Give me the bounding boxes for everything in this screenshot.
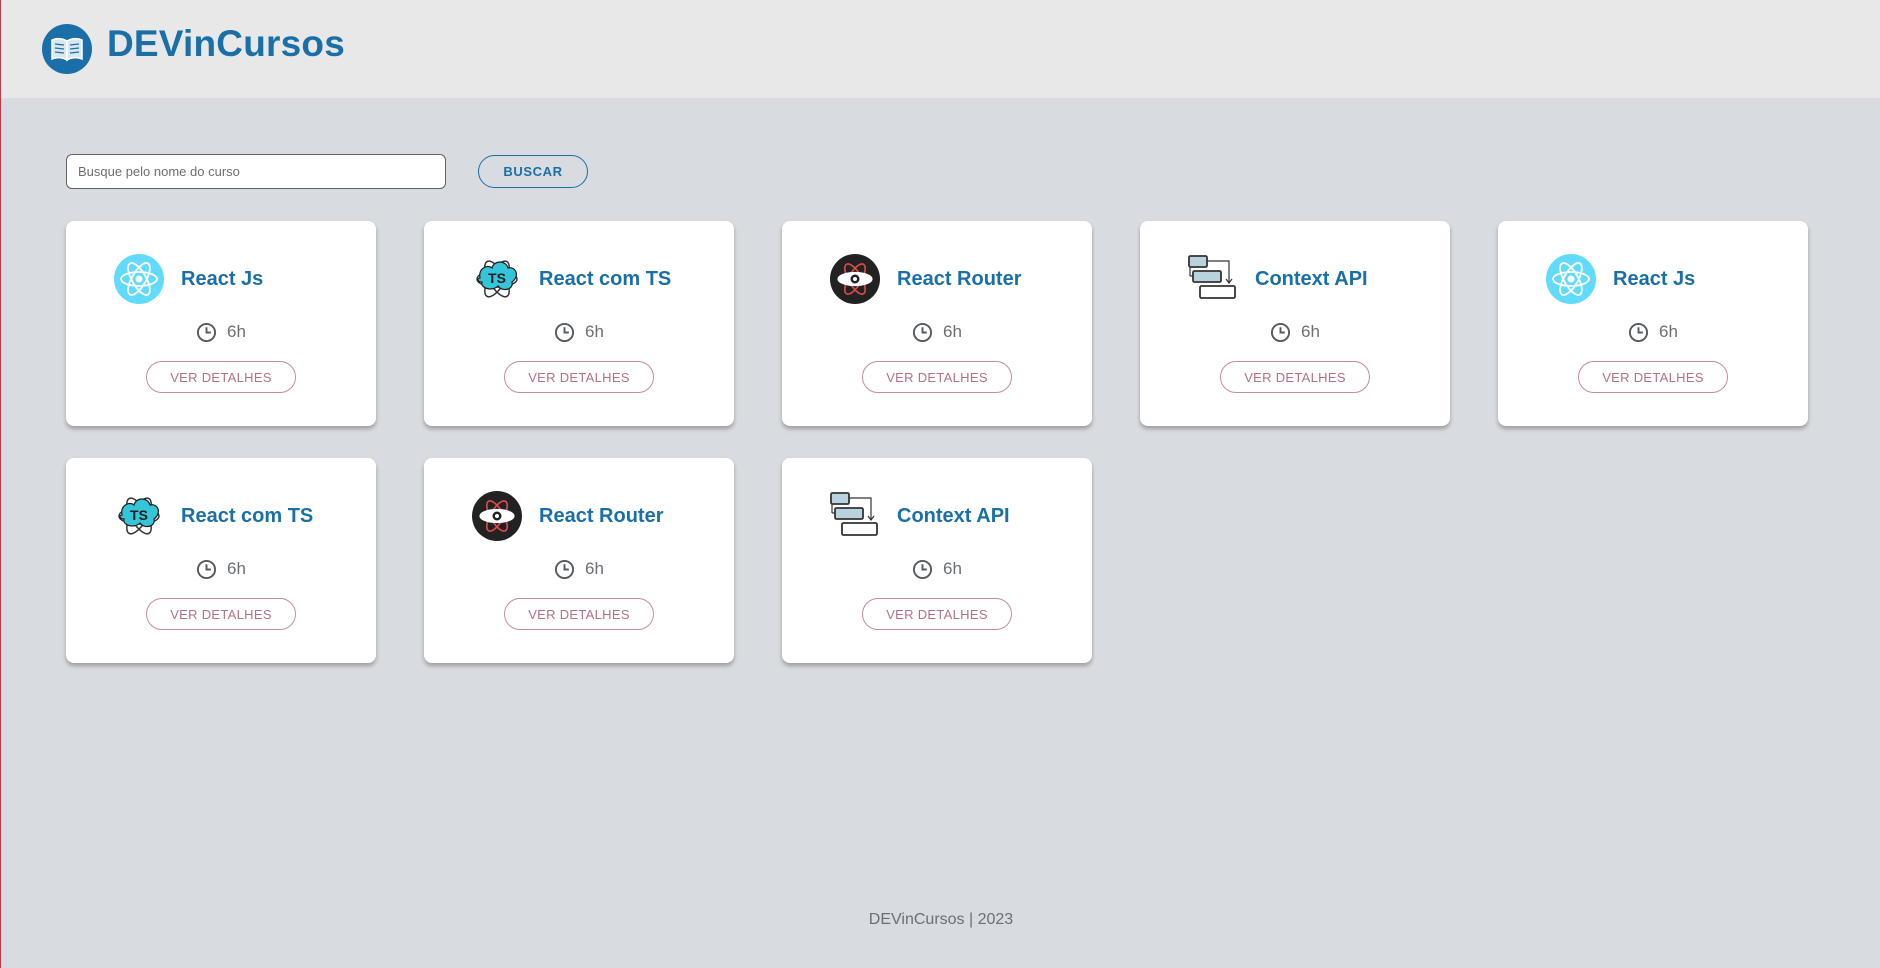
course-duration: 6h bbox=[424, 558, 734, 580]
course-card: React Router 6h VER DETALHES bbox=[782, 221, 1092, 426]
react-router-icon bbox=[830, 254, 880, 304]
course-duration: 6h bbox=[1498, 321, 1808, 343]
open-book-icon bbox=[42, 24, 92, 74]
clock-icon bbox=[196, 559, 217, 580]
course-duration: 6h bbox=[66, 558, 376, 580]
course-title: React com TS bbox=[539, 268, 672, 290]
details-button[interactable]: VER DETALHES bbox=[1578, 361, 1728, 393]
duration-text: 6h bbox=[1301, 322, 1320, 341]
react-router-icon bbox=[472, 491, 522, 541]
course-title: React com TS bbox=[181, 505, 314, 527]
react-icon bbox=[1546, 254, 1596, 304]
course-title: React Router bbox=[897, 268, 1022, 290]
react-icon bbox=[114, 254, 164, 304]
react-typescript-icon: TS bbox=[472, 254, 522, 304]
course-card: React Router 6h VER DETALHES bbox=[424, 458, 734, 663]
course-title: Context API bbox=[897, 505, 1010, 527]
course-title: React Js bbox=[181, 268, 264, 290]
course-duration: 6h bbox=[66, 321, 376, 343]
details-button[interactable]: VER DETALHES bbox=[146, 361, 296, 393]
details-button[interactable]: VER DETALHES bbox=[862, 361, 1012, 393]
course-title: React Js bbox=[1613, 268, 1696, 290]
duration-text: 6h bbox=[943, 322, 962, 341]
clock-icon bbox=[912, 322, 933, 343]
duration-text: 6h bbox=[1659, 322, 1678, 341]
clock-icon bbox=[1270, 322, 1291, 343]
react-typescript-icon: TS bbox=[114, 491, 164, 541]
details-button[interactable]: VER DETALHES bbox=[504, 598, 654, 630]
course-title: React Router bbox=[539, 505, 664, 527]
course-duration: 6h bbox=[782, 558, 1092, 580]
context-api-icon bbox=[830, 491, 880, 541]
app-header: DEVinCursos bbox=[1, 0, 1880, 98]
course-title: Context API bbox=[1255, 268, 1368, 290]
clock-icon bbox=[554, 559, 575, 580]
search-input[interactable] bbox=[66, 154, 446, 189]
duration-text: 6h bbox=[585, 322, 604, 341]
details-button[interactable]: VER DETALHES bbox=[504, 361, 654, 393]
svg-text:TS: TS bbox=[488, 270, 506, 286]
course-card: Context API 6h VER DETALHES bbox=[1140, 221, 1450, 426]
clock-icon bbox=[1628, 322, 1649, 343]
svg-text:TS: TS bbox=[130, 507, 148, 523]
course-duration: 6h bbox=[424, 321, 734, 343]
duration-text: 6h bbox=[227, 559, 246, 578]
course-card: TS React com TS 6h VER DETALHES bbox=[424, 221, 734, 426]
course-card: React Js 6h VER DETALHES bbox=[66, 221, 376, 426]
footer-text: DEVinCursos | 2023 bbox=[868, 911, 1014, 928]
clock-icon bbox=[196, 322, 217, 343]
course-duration: 6h bbox=[1140, 321, 1450, 343]
details-button[interactable]: VER DETALHES bbox=[1220, 361, 1370, 393]
duration-text: 6h bbox=[227, 322, 246, 341]
duration-text: 6h bbox=[585, 559, 604, 578]
search-button[interactable]: BUSCAR bbox=[478, 155, 588, 188]
clock-icon bbox=[554, 322, 575, 343]
footer: DEVinCursos | 2023 bbox=[1, 911, 1880, 929]
duration-text: 6h bbox=[943, 559, 962, 578]
course-card: React Js 6h VER DETALHES bbox=[1498, 221, 1808, 426]
clock-icon bbox=[912, 559, 933, 580]
app-title: DEVinCursos bbox=[107, 23, 345, 64]
course-card: TS React com TS 6h VER DETALHES bbox=[66, 458, 376, 663]
context-api-icon bbox=[1188, 254, 1238, 304]
course-duration: 6h bbox=[782, 321, 1092, 343]
details-button[interactable]: VER DETALHES bbox=[862, 598, 1012, 630]
course-card: Context API 6h VER DETALHES bbox=[782, 458, 1092, 663]
details-button[interactable]: VER DETALHES bbox=[146, 598, 296, 630]
